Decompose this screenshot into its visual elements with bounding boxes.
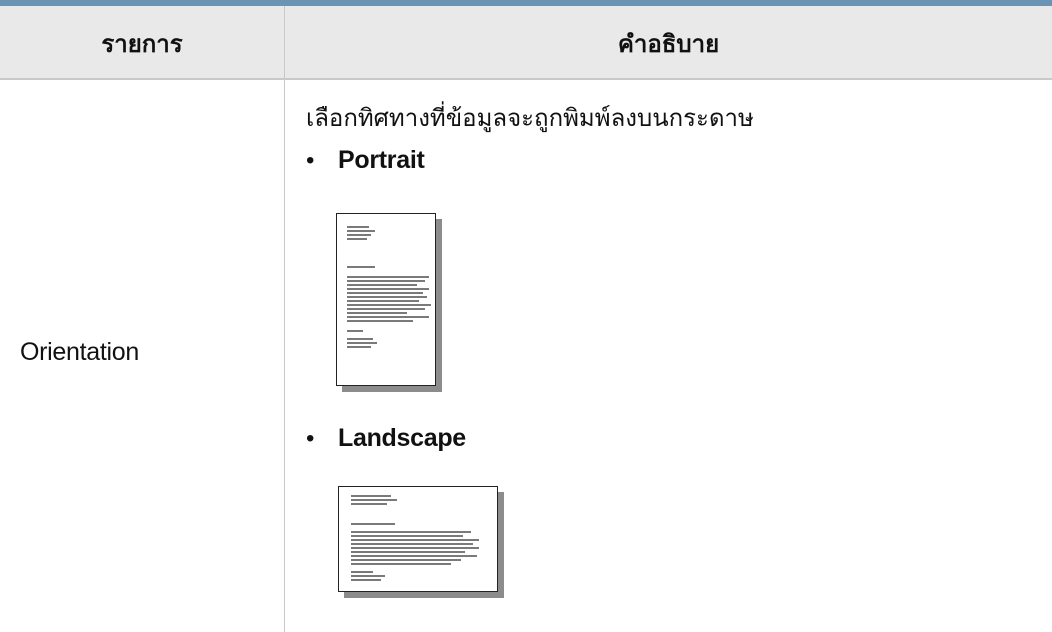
row-description: เลือกทิศทางที่ข้อมูลจะถูกพิมพ์ลงบนกระดาษ bbox=[306, 104, 754, 132]
bullet-icon: • bbox=[306, 146, 315, 174]
option-label: Portrait bbox=[338, 146, 425, 174]
header-description: คำอธิบาย bbox=[617, 29, 720, 58]
option-portrait: • Portrait bbox=[306, 146, 425, 175]
landscape-page-icon bbox=[338, 486, 498, 592]
settings-table: รายการ คำอธิบาย Orientation เลือกทิศทางท… bbox=[0, 0, 1052, 632]
option-label: Landscape bbox=[338, 424, 466, 452]
header-item: รายการ bbox=[101, 29, 183, 58]
row-item-label: Orientation bbox=[20, 338, 139, 366]
column-divider bbox=[284, 80, 285, 632]
option-landscape: • Landscape bbox=[306, 424, 466, 453]
portrait-page-icon bbox=[336, 213, 436, 386]
bullet-icon: • bbox=[306, 424, 315, 452]
column-divider bbox=[284, 6, 285, 80]
